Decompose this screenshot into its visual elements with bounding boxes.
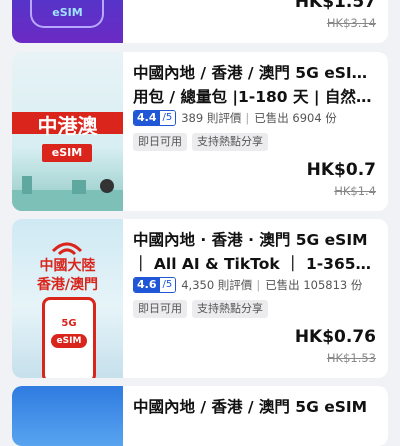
- product-title[interactable]: 中國內地 / 香港 / 澳門 5G eSIM: [133, 395, 376, 419]
- rating-badge: 4.6 /5: [133, 277, 177, 293]
- tag-list: 即日可用 支持熱點分享: [133, 300, 268, 318]
- original-price: HK$1.53: [326, 351, 376, 365]
- current-price: HK$0.7: [306, 160, 376, 180]
- current-price: HK$1.57: [294, 0, 376, 12]
- wifi-icon: [51, 242, 83, 256]
- product-thumbnail: 中國大陸 香港/澳門 5G eSIM: [12, 219, 123, 378]
- rating-row: 4.4 /5 389 則評價 | 已售出 6904 份: [133, 110, 337, 126]
- product-card[interactable]: eSIM HK$1.57 HK$3.14: [12, 0, 388, 43]
- tag: 支持熱點分享: [192, 133, 268, 151]
- meta-divider: |: [245, 111, 250, 125]
- sold-count: 已售出 105813 份: [265, 278, 363, 292]
- tag: 支持熱點分享: [192, 300, 268, 318]
- original-price: HK$3.14: [326, 16, 376, 30]
- rating-max: /5: [159, 278, 176, 292]
- original-price: HK$1.4: [334, 184, 376, 198]
- product-thumbnail: [12, 386, 123, 446]
- product-thumbnail: eSIM: [12, 0, 123, 43]
- product-card[interactable]: 中港澳 eSIM 中國內地 / 香港 / 澳門 5G eSIM| 日 用包 / …: [12, 52, 388, 211]
- rating-badge: 4.4 /5: [133, 110, 177, 126]
- tag: 即日可用: [133, 300, 187, 318]
- tag: 即日可用: [133, 133, 187, 151]
- rating-score: 4.6: [134, 278, 160, 292]
- review-count: 4,350 則評價: [181, 278, 253, 292]
- rating-row: 4.6 /5 4,350 則評價 | 已售出 105813 份: [133, 277, 362, 293]
- product-title[interactable]: 中國內地 · 香港 · 澳門 5G eSIM ｜ All AI & TikTok…: [133, 228, 376, 276]
- thumbnail-label: eSIM: [52, 6, 83, 19]
- product-title[interactable]: 中國內地 / 香港 / 澳門 5G eSIM| 日 用包 / 總量包 |1-18…: [133, 61, 376, 109]
- review-count: 389 則評價: [181, 111, 242, 125]
- phone-icon: 5G eSIM: [42, 297, 96, 378]
- skyline-icon: [12, 176, 123, 211]
- thumbnail-title: 中港澳: [37, 114, 98, 138]
- thumbnail-esim-label: eSIM: [42, 144, 92, 162]
- meta-divider: |: [256, 278, 261, 292]
- thumbnail-5g-label: 5G: [61, 318, 77, 329]
- product-card[interactable]: 中國大陸 香港/澳門 5G eSIM 中國內地 · 香港 · 澳門 5G eSI…: [12, 219, 388, 378]
- product-thumbnail: 中港澳 eSIM: [12, 52, 123, 211]
- tag-list: 即日可用 支持熱點分享: [133, 133, 268, 151]
- product-card[interactable]: 中國內地 / 香港 / 澳門 5G eSIM: [12, 386, 388, 446]
- rating-score: 4.4: [134, 111, 160, 125]
- current-price: HK$0.76: [294, 327, 376, 347]
- rating-max: /5: [159, 111, 176, 125]
- thumbnail-esim-label: eSIM: [51, 334, 87, 348]
- sold-count: 已售出 6904 份: [254, 111, 337, 125]
- thumbnail-title: 中國大陸 香港/澳門: [36, 258, 99, 293]
